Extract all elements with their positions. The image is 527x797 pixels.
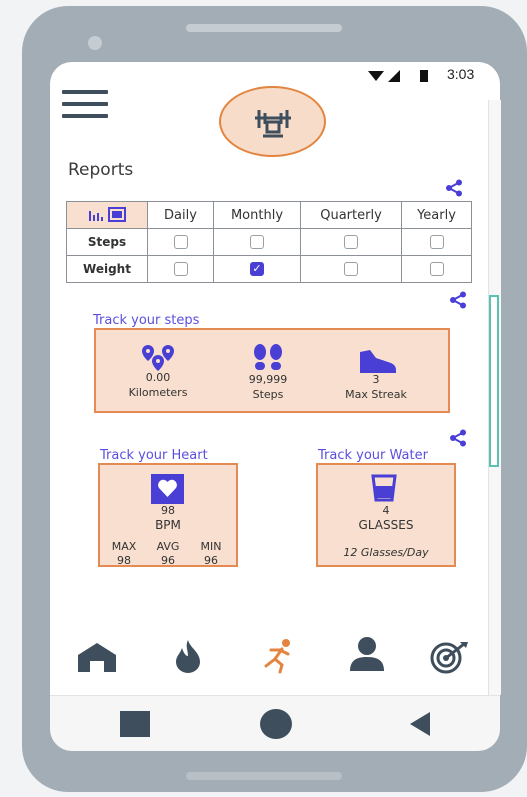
table-header-row: Daily Monthly Quarterly Yearly	[66, 201, 472, 229]
footprints-icon	[250, 343, 286, 377]
runner-icon[interactable]	[258, 638, 298, 674]
checkbox-steps-yearly[interactable]	[429, 235, 444, 249]
checkbox-steps-daily[interactable]	[173, 235, 188, 249]
avg-value: 96	[161, 554, 175, 567]
water-section-title: Track your Water	[318, 448, 428, 463]
row-label: Weight	[66, 255, 148, 283]
reports-title: Reports	[68, 160, 134, 180]
checkbox-weight-yearly[interactable]	[429, 262, 444, 276]
glass-icon	[371, 474, 397, 506]
share-icon[interactable]	[449, 429, 467, 447]
glasses-unit: GLASSES	[358, 518, 414, 532]
max-value: 98	[117, 554, 131, 567]
checkbox-weight-daily[interactable]	[173, 262, 188, 276]
column-header: Daily	[147, 201, 214, 229]
flame-icon[interactable]	[170, 638, 206, 674]
steps-value: 99,999	[248, 373, 288, 386]
front-camera	[88, 36, 102, 50]
steps-section-title: Track your steps	[93, 313, 200, 328]
table-row: Steps	[66, 228, 472, 256]
km-value: 0.00	[145, 371, 171, 384]
bpm-value: 98	[161, 504, 175, 517]
heart-icon	[151, 474, 184, 504]
status-time: 3:03	[447, 66, 475, 82]
home-button[interactable]	[260, 709, 292, 739]
checkbox-weight-quarterly[interactable]	[344, 262, 358, 276]
min-label: MIN	[200, 540, 222, 553]
earpiece-speaker	[186, 24, 342, 32]
menu-icon[interactable]	[62, 90, 108, 120]
water-goal: 12 Glasses/Day	[343, 546, 429, 559]
view-toggle-cell[interactable]	[66, 201, 148, 229]
column-header: Yearly	[401, 201, 472, 229]
streak-value: 3	[372, 373, 380, 386]
table-view-icon	[108, 207, 126, 222]
bpm-unit: BPM	[155, 518, 181, 532]
bottom-speaker	[186, 772, 342, 780]
steps-label: Steps	[252, 388, 284, 401]
home-icon[interactable]	[76, 641, 118, 673]
table-row: Weight ✓	[66, 255, 472, 283]
wifi-icon	[368, 71, 384, 81]
reports-table: Daily Monthly Quarterly Yearly Steps Wei…	[66, 201, 472, 283]
profile-icon[interactable]	[348, 636, 386, 672]
battery-icon	[420, 70, 428, 82]
bar-chart-icon	[89, 211, 103, 221]
signal-icons	[368, 68, 438, 87]
checkbox-weight-monthly[interactable]: ✓	[250, 262, 264, 276]
back-button[interactable]	[408, 710, 432, 742]
streak-label: Max Streak	[345, 388, 407, 401]
cell-signal-icon	[388, 70, 400, 82]
heart-section-title: Track your Heart	[100, 448, 208, 463]
min-value: 96	[204, 554, 218, 567]
checkbox-steps-monthly[interactable]	[250, 235, 264, 249]
km-label: Kilometers	[128, 386, 188, 399]
avg-label: AVG	[156, 540, 180, 553]
scroll-thumb[interactable]	[489, 295, 499, 467]
barbell-icon	[255, 110, 291, 138]
glasses-value: 4	[382, 504, 390, 517]
row-label: Steps	[66, 228, 148, 256]
column-header: Quarterly	[300, 201, 402, 229]
app-logo	[219, 86, 326, 157]
column-header: Monthly	[213, 201, 301, 229]
share-icon[interactable]	[445, 179, 463, 197]
target-icon[interactable]	[430, 640, 470, 674]
recent-apps-button[interactable]	[120, 711, 150, 737]
max-label: MAX	[111, 540, 137, 553]
checkbox-steps-quarterly[interactable]	[344, 235, 358, 249]
share-icon[interactable]	[449, 291, 467, 309]
